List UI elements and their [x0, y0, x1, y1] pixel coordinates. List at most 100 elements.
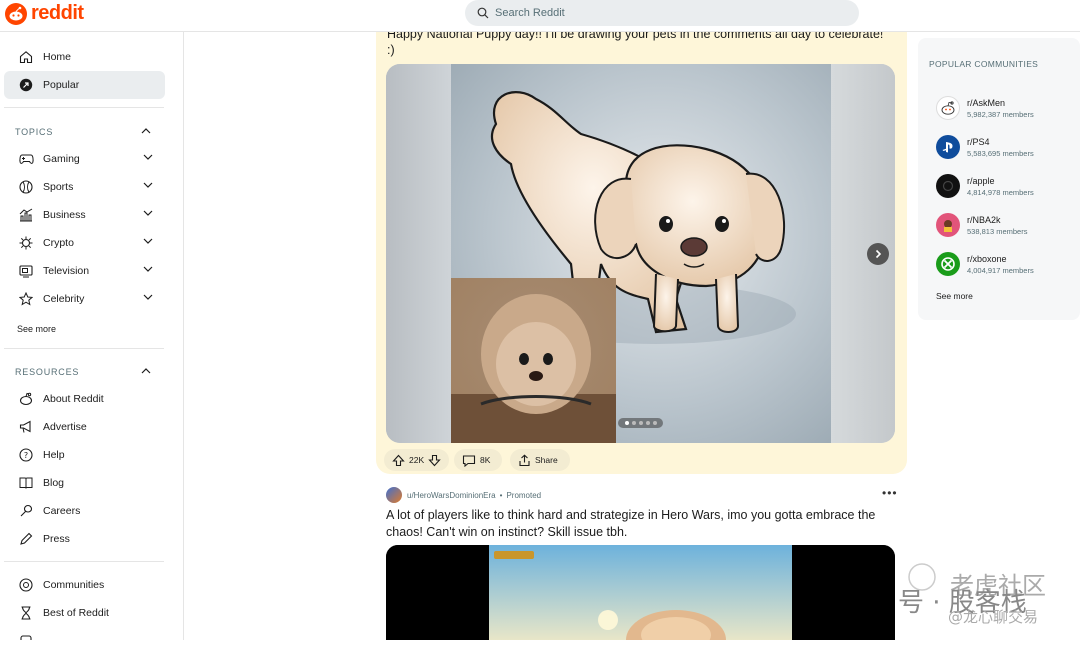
svg-text:公众: 公众 — [830, 582, 878, 610]
post-title[interactable]: A lot of players like to think hard and … — [386, 507, 886, 540]
search-bar[interactable]: Search Reddit — [465, 0, 859, 26]
community-item-apple[interactable]: r/apple 4,814,978 members — [936, 172, 1076, 200]
share-label: Share — [535, 455, 558, 465]
sports-icon — [18, 179, 34, 195]
downvote-icon[interactable] — [428, 454, 441, 467]
watermark-text-line3: @龙心聊交易 — [948, 608, 1039, 626]
carousel-dot[interactable] — [652, 421, 657, 425]
pen-icon — [18, 531, 34, 547]
resources-heading-label: RESOURCES — [15, 367, 80, 377]
home-icon — [18, 49, 34, 65]
sidebar-item-label: Best of Reddit — [43, 607, 109, 619]
sidebar-item-label: Business — [43, 209, 86, 221]
sidebar-item-gaming[interactable]: Gaming — [4, 145, 165, 173]
author-avatar[interactable] — [386, 487, 402, 503]
community-item-xboxone[interactable]: r/xboxone 4,004,917 members — [936, 250, 1076, 278]
sidebar-item-label: Careers — [43, 505, 81, 517]
divider — [4, 107, 164, 108]
book-icon — [18, 475, 34, 491]
sidebar-item-label: Popular — [43, 79, 80, 91]
sidebar-item-sports[interactable]: Sports — [4, 173, 165, 201]
sidebar-item-television[interactable]: Television — [4, 257, 165, 285]
share-button[interactable]: Share — [510, 449, 570, 471]
chevron-down-icon — [143, 238, 153, 244]
author-name[interactable]: u/HeroWarsDominionEra — [407, 491, 496, 500]
resources-heading[interactable]: RESOURCES — [15, 367, 155, 377]
vote-bar: 22K — [384, 449, 450, 471]
meta-separator: • — [499, 490, 503, 500]
chevron-down-icon — [143, 294, 153, 300]
topics-see-more-link[interactable]: See more — [17, 324, 56, 334]
comments-button[interactable]: 8K — [454, 449, 503, 471]
comment-count: 8K — [480, 455, 491, 465]
sidebar-item-partial[interactable] — [4, 627, 165, 640]
watermark-overlay: 公众 老虎社区 号 · 股客栈 @龙心聊交易 — [790, 560, 1080, 640]
carousel-next-button[interactable] — [867, 243, 889, 265]
sidebar-item-crypto[interactable]: Crypto — [4, 229, 165, 257]
svg-text:?: ? — [24, 451, 28, 460]
sidebar-item-label: Sports — [43, 181, 74, 193]
star-icon — [18, 291, 34, 307]
carousel-dot[interactable] — [624, 421, 629, 425]
community-item-askmen[interactable]: r/AskMen 5,982,387 members — [936, 94, 1076, 122]
carousel-dot[interactable] — [631, 421, 636, 425]
topics-heading-label: TOPICS — [15, 127, 54, 137]
search-icon — [477, 7, 489, 19]
upvote-count: 22K — [409, 455, 425, 465]
post-media-carousel[interactable] — [386, 64, 895, 443]
sidebar-item-label: Gaming — [43, 153, 80, 165]
more-options-icon[interactable]: ••• — [882, 486, 898, 500]
sidebar-item-label: Blog — [43, 477, 65, 489]
tv-icon — [18, 263, 34, 279]
community-item-ps4[interactable]: r/PS4 5,583,695 members — [936, 133, 1076, 161]
community-name: r/PS4 — [967, 136, 990, 147]
divider — [4, 348, 164, 349]
community-members: 538,813 members — [967, 226, 1028, 236]
sidebar-item-label: Help — [43, 449, 65, 461]
crypto-icon — [18, 235, 34, 251]
community-item-nba2k[interactable]: r/NBA2k 538,813 members — [936, 211, 1076, 239]
community-members: 5,982,387 members — [967, 109, 1034, 119]
communities-see-more-link[interactable]: See more — [936, 291, 973, 301]
popular-icon — [18, 77, 34, 93]
megaphone-icon — [18, 419, 34, 435]
reddit-logo[interactable]: reddit — [5, 2, 84, 25]
carousel-dot[interactable] — [645, 421, 650, 425]
sidebar-item-blog[interactable]: Blog — [4, 469, 165, 497]
community-name: r/apple — [967, 175, 995, 186]
topics-heading[interactable]: TOPICS — [15, 127, 155, 137]
community-members: 4,814,978 members — [967, 187, 1034, 197]
carousel-dot[interactable] — [638, 421, 643, 425]
carousel-dots[interactable] — [618, 418, 663, 428]
sidebar-item-home[interactable]: Home — [4, 43, 165, 71]
sidebar-item-label: Communities — [43, 579, 105, 591]
sidebar-item-careers[interactable]: Careers — [4, 497, 165, 525]
sidebar-item-business[interactable]: Business — [4, 201, 165, 229]
search-input[interactable]: Search Reddit — [495, 7, 565, 19]
chevron-down-icon — [143, 182, 153, 188]
chevron-up-icon[interactable] — [141, 127, 151, 135]
sidebar-item-about-reddit[interactable]: About Reddit — [4, 385, 165, 413]
sidebar-item-help[interactable]: ? Help — [4, 441, 165, 469]
topic-icon — [18, 633, 34, 640]
logo-text: reddit — [31, 2, 84, 24]
share-icon — [519, 453, 530, 466]
playstation-icon — [936, 135, 960, 159]
promoted-label: Promoted — [506, 490, 542, 500]
reddit-icon — [18, 391, 34, 407]
sidebar-item-popular[interactable]: Popular — [4, 71, 165, 99]
community-members: 4,004,917 members — [967, 265, 1034, 275]
sidebar-item-press[interactable]: Press — [4, 525, 165, 553]
sidebar-item-advertise[interactable]: Advertise — [4, 413, 165, 441]
chevron-up-icon[interactable] — [141, 367, 151, 375]
sidebar-item-communities[interactable]: Communities — [4, 571, 165, 599]
nba2k-icon — [936, 213, 960, 237]
popular-communities-title: POPULAR COMMUNITIES — [929, 59, 1039, 69]
sidebar-item-celebrity[interactable]: Celebrity — [4, 285, 165, 313]
help-icon: ? — [18, 447, 34, 463]
sidebar-item-best-of-reddit[interactable]: Best of Reddit — [4, 599, 165, 627]
sidebar-item-label: Celebrity — [43, 293, 85, 305]
popular-communities-panel: POPULAR COMMUNITIES r/AskMen 5,982,387 m… — [918, 38, 1080, 320]
community-name: r/NBA2k — [967, 214, 1001, 225]
upvote-icon[interactable] — [392, 454, 405, 467]
